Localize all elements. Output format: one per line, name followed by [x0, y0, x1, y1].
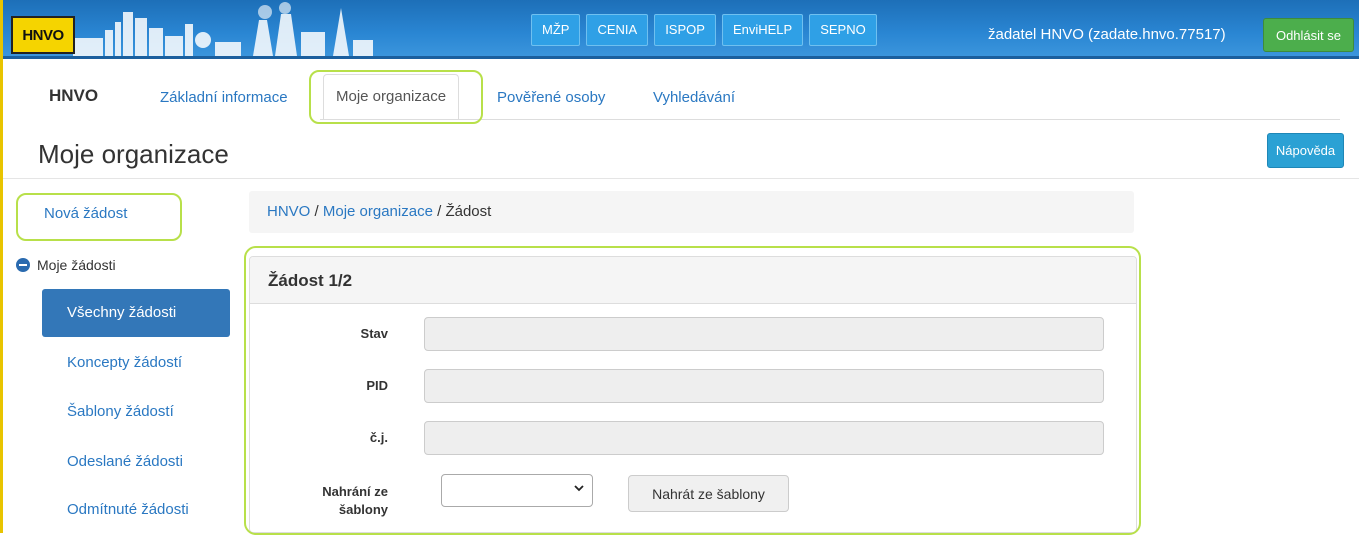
pid-label: PID — [366, 378, 388, 393]
cj-label: č.j. — [369, 430, 388, 445]
envihelp-link-button[interactable]: EnviHELP — [721, 14, 804, 46]
load-from-template-button[interactable]: Nahrát ze šablony — [628, 475, 789, 512]
page-divider — [3, 178, 1359, 179]
template-load-label-line1: Nahrání ze — [322, 484, 388, 499]
stav-label: Stav — [360, 326, 388, 341]
pid-field — [424, 369, 1104, 403]
tab-vyhledavani[interactable]: Vyhledávání — [653, 89, 735, 106]
sidebar-group-moje-zadosti[interactable]: Moje žádosti — [16, 257, 116, 273]
breadcrumb-separator: / — [314, 203, 319, 220]
app-brand: HNVO — [49, 86, 99, 105]
breadcrumb-current: Žádost — [445, 203, 492, 220]
logout-button[interactable]: Odhlásit se — [1263, 18, 1354, 52]
help-button[interactable]: Nápověda — [1267, 133, 1344, 168]
sidebar-item-koncepty-zadosti[interactable]: Koncepty žádostí — [67, 354, 182, 371]
ispop-link-button[interactable]: ISPOP — [654, 14, 716, 46]
cenia-link-button[interactable]: CENIA — [586, 14, 649, 46]
template-load-label-line2: šablony — [338, 502, 388, 517]
sidebar-item-odeslane-zadosti[interactable]: Odeslané žádosti — [67, 453, 183, 470]
tab-zakladni-informace[interactable]: Základní informace — [160, 89, 288, 106]
stav-field — [424, 317, 1104, 351]
logo-text: HNVO — [22, 26, 64, 44]
chevron-down-icon — [574, 485, 584, 492]
page-title: Moje organizace — [38, 139, 229, 169]
breadcrumb-hnvo[interactable]: HNVO — [267, 203, 310, 220]
breadcrumb-separator: / — [437, 203, 442, 220]
highlight-active-tab — [309, 70, 483, 124]
highlight-new-request — [16, 193, 182, 241]
breadcrumb: HNVO / Moje organizace / Žádost — [249, 191, 1134, 233]
current-user-label: žadatel HNVO (zadate.hnvo.77517) — [988, 26, 1226, 43]
cj-field — [424, 421, 1104, 455]
hnvo-logo: HNVO — [11, 16, 75, 54]
tab-poverene-osoby[interactable]: Pověřené osoby — [497, 89, 605, 106]
template-select[interactable] — [441, 474, 593, 507]
sidebar-item-odmitnute-zadosti[interactable]: Odmítnuté žádosti — [67, 501, 189, 518]
external-links: MŽP CENIA ISPOP EnviHELP SEPNO — [531, 14, 877, 46]
breadcrumb-moje-organizace[interactable]: Moje organizace — [323, 203, 433, 220]
sepno-link-button[interactable]: SEPNO — [809, 14, 877, 46]
collapse-minus-icon — [16, 258, 30, 272]
mzp-link-button[interactable]: MŽP — [531, 14, 581, 46]
app-navigation: HNVO Základní informace Moje organizace … — [3, 59, 1359, 121]
template-load-label: Nahrání ze šablony — [290, 483, 388, 519]
sidebar-item-sablony-zadosti[interactable]: Šablony žádostí — [67, 403, 174, 420]
sidebar-group-label: Moje žádosti — [37, 257, 116, 273]
sidebar-item-vsechny-zadosti[interactable]: Všechny žádosti — [42, 289, 230, 337]
top-header: HNVO MŽP CENIA ISPOP EnviHELP SEPNO žada… — [3, 0, 1359, 59]
